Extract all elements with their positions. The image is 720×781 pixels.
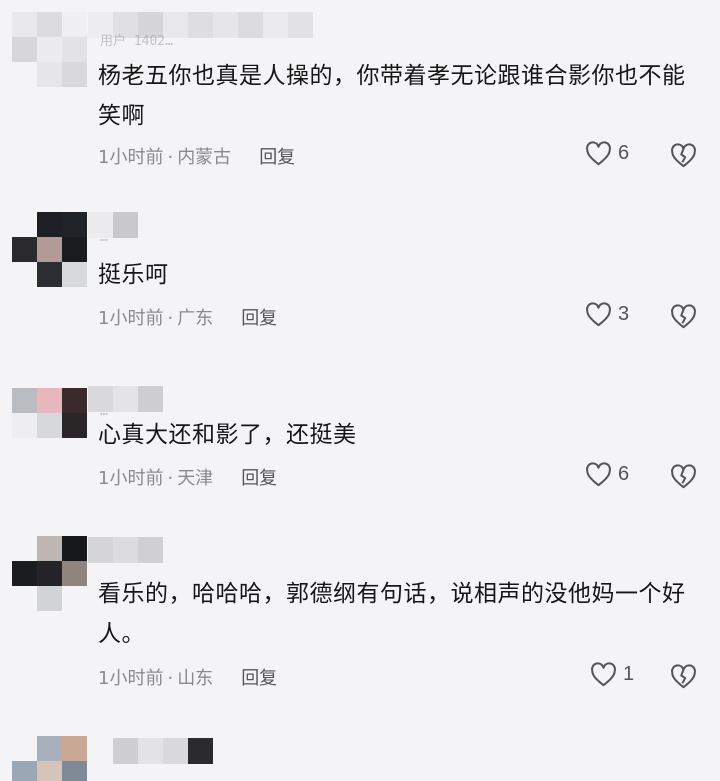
broken-heart-icon[interactable] [670,304,697,329]
reply-button[interactable]: 回复 [241,468,277,489]
comment-text: 看乐的，哈哈哈，郭德纲有句话，说相声的没他妈一个好人。 [98,581,686,647]
like-button[interactable]: 3 [585,302,629,327]
comment-time: 1小时前 [98,468,164,489]
avatar[interactable] [12,212,88,288]
comment-meta: 1小时前 · 内蒙古 回复 [98,147,296,168]
comment-time: 1小时前 [98,147,164,168]
like-count: 1 [623,663,635,685]
comment-text: 心真大还和影了，还挺美 [98,422,357,448]
username-pixelated[interactable]: 用户 1402… [88,12,318,49]
like-count: 6 [618,142,630,164]
heart-outline-icon [586,462,611,487]
comment-time: 1小时前 [98,668,164,689]
reply-button[interactable]: 回复 [241,308,277,329]
username-pixelated[interactable] [88,537,163,563]
comment-meta: 1小时前 · 天津 回复 [98,468,278,489]
comment-meta: 1小时前 · 广东 回复 [98,308,278,329]
like-count: 3 [618,303,630,325]
avatar[interactable] [12,736,88,781]
comment-meta: 1小时前 · 山东 回复 [98,668,278,689]
heart-outline-icon [586,302,611,327]
avatar[interactable] [12,536,88,612]
like-button[interactable]: 1 [590,662,634,687]
heart-outline-icon [591,662,616,687]
username-pixelated[interactable] [88,738,213,764]
comment-text: 杨老五你也真是人操的，你带着孝无论跟谁合影你也不能笑啊 [98,63,686,129]
broken-heart-icon[interactable] [670,464,697,489]
username-pixelated[interactable]: … [88,212,138,245]
broken-heart-icon[interactable] [670,664,697,689]
like-count: 6 [618,463,630,485]
username-text: … [100,230,108,245]
reply-button[interactable]: 回复 [259,147,295,168]
like-button[interactable]: 6 [585,141,629,166]
comment-time: 1小时前 [98,308,164,329]
comment-location: 天津 [177,468,214,489]
comment-text: 挺乐呵 [98,262,169,288]
heart-outline-icon [586,141,611,166]
reply-button[interactable]: 回复 [241,668,277,689]
username-pixelated[interactable]: … [88,386,163,419]
comment-location: 山东 [177,668,214,689]
comment-location: 内蒙古 [177,147,232,168]
avatar[interactable] [12,12,88,88]
like-button[interactable]: 6 [585,462,629,487]
avatar[interactable] [12,388,88,464]
username-text: 用户 1402… [100,34,173,49]
broken-heart-icon[interactable] [670,143,697,168]
comment-location: 广东 [177,308,214,329]
